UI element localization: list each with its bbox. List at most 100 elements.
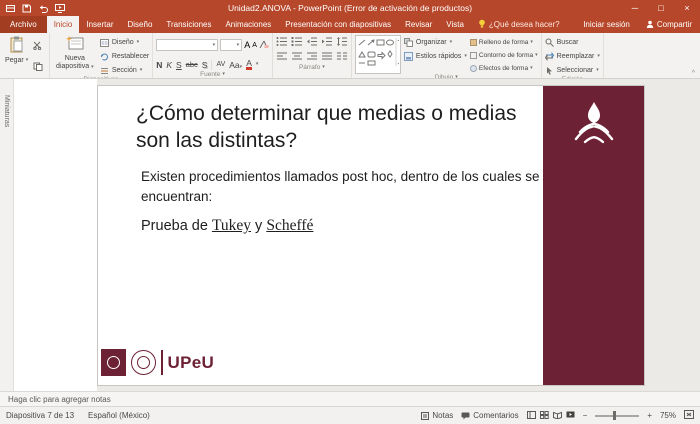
bullets-icon[interactable]	[276, 36, 288, 47]
zoom-in-button[interactable]: +	[647, 411, 652, 420]
term-tukey: Tukey	[211, 217, 252, 235]
fit-to-window-icon[interactable]	[684, 410, 694, 421]
zoom-level[interactable]: 75%	[660, 411, 676, 420]
slide-title[interactable]: ¿Cómo determinar que medias o medias son…	[136, 101, 548, 155]
font-color-button[interactable]: A	[246, 59, 252, 70]
tab-vista[interactable]: Vista	[439, 16, 471, 33]
change-case-button[interactable]: Aa▾	[229, 60, 242, 70]
text-shadow-button[interactable]: S	[202, 60, 208, 70]
upeu-seal	[131, 350, 156, 375]
normal-view-icon[interactable]	[526, 410, 536, 421]
dialog-launcher-icon[interactable]: ▾	[222, 71, 225, 77]
underline-button[interactable]: S	[176, 60, 182, 70]
character-spacing-button[interactable]: AV	[216, 61, 225, 68]
tab-archivo[interactable]: Archivo	[0, 16, 47, 33]
section-button[interactable]: Sección ▾	[100, 65, 149, 76]
notes-toggle[interactable]: Notas	[421, 411, 453, 420]
align-right-icon[interactable]	[306, 51, 318, 62]
reading-view-icon[interactable]	[552, 411, 562, 421]
arrange-button[interactable]: Organizar ▾	[403, 37, 467, 48]
quick-access-toolbar	[0, 3, 65, 13]
font-color-dropdown-icon[interactable]: ▾	[256, 62, 259, 67]
zoom-out-button[interactable]: −	[583, 411, 588, 420]
strikethrough-button[interactable]: abc	[186, 60, 198, 69]
notes-placeholder: Haga clic para agregar notas	[8, 394, 111, 404]
notes-toggle-label: Notas	[432, 411, 454, 420]
justify-icon[interactable]	[321, 51, 333, 62]
close-button[interactable]: ×	[674, 0, 700, 16]
new-slide-label: Nueva diapositiva ▾	[56, 55, 94, 71]
window-title: Unidad2.ANOVA - PowerPoint (Error de act…	[227, 3, 473, 13]
zoom-slider[interactable]	[595, 411, 640, 420]
copy-icon[interactable]	[33, 58, 43, 76]
tab-presentacion[interactable]: Presentación con diapositivas	[278, 16, 398, 33]
layout-button[interactable]: Diseño ▾	[99, 37, 149, 48]
zoom-slider-thumb[interactable]	[612, 411, 616, 420]
upeu-wordmark: UPeU	[167, 352, 215, 372]
app-icon[interactable]	[6, 4, 15, 13]
dropdown-icon: ▾	[25, 57, 29, 63]
adventist-logo-icon	[572, 86, 616, 385]
quick-styles-button[interactable]: Estilos rápidos ▾	[403, 51, 467, 62]
grow-font-button[interactable]: A	[244, 40, 250, 50]
undo-icon[interactable]	[38, 4, 48, 13]
bold-button[interactable]: N	[156, 60, 162, 70]
shape-fill-button[interactable]: Relleno de forma ▾	[469, 37, 538, 47]
notes-pane[interactable]: Haga clic para agregar notas	[0, 391, 700, 406]
minimize-button[interactable]: ─	[622, 0, 648, 16]
align-center-icon[interactable]	[291, 51, 303, 62]
clear-formatting-icon[interactable]	[259, 36, 269, 54]
replace-button[interactable]: Reemplazar ▾	[544, 51, 600, 62]
maximize-button[interactable]: □	[648, 0, 674, 16]
upeu-divider	[161, 350, 163, 375]
slide-canvas[interactable]: ¿Cómo determinar que medias o medias son…	[97, 85, 645, 386]
tab-diseno[interactable]: Diseño	[121, 16, 160, 33]
tab-inicio[interactable]: Inicio	[46, 16, 80, 33]
tab-insertar[interactable]: Insertar	[79, 16, 120, 33]
select-button[interactable]: Seleccionar ▾	[545, 65, 600, 76]
sign-in-button[interactable]: Iniciar sesión	[575, 16, 638, 33]
thumbnails-pane-body[interactable]	[14, 79, 97, 391]
tab-animaciones[interactable]: Animaciones	[218, 16, 278, 33]
comments-toggle[interactable]: Comentarios	[461, 411, 519, 420]
collapse-ribbon-button[interactable]: ^	[692, 70, 695, 77]
align-left-icon[interactable]	[276, 51, 288, 62]
ribbon-tab-bar: Archivo Inicio Insertar Diseño Transicio…	[0, 16, 700, 33]
start-slideshow-icon[interactable]	[55, 3, 65, 13]
dialog-launcher-icon[interactable]: ▾	[322, 64, 325, 70]
share-label: Compartir	[656, 20, 692, 29]
increase-indent-icon[interactable]	[321, 36, 333, 47]
tell-me-box[interactable]: ¿Qué desea hacer?	[471, 16, 567, 33]
powerpoint-window: Unidad2.ANOVA - PowerPoint (Error de act…	[0, 0, 700, 424]
slideshow-view-icon[interactable]	[566, 411, 575, 421]
paste-button[interactable]: Pegar ▾	[3, 35, 30, 65]
group-dibujo: Organizar ▾ Estilos rápidos ▾ Relleno de f…	[352, 33, 542, 78]
slide-workspace: ¿Cómo determinar que medias o medias son…	[97, 79, 700, 391]
shrink-font-button[interactable]: A	[252, 42, 257, 49]
numbering-icon[interactable]	[291, 36, 303, 47]
shape-effects-icon	[469, 64, 477, 72]
shape-effects-button[interactable]: Efectos de forma ▾	[469, 63, 538, 73]
find-button[interactable]: Buscar	[545, 37, 600, 48]
reset-button[interactable]: Restablecer	[100, 51, 149, 62]
cut-icon[interactable]	[33, 37, 43, 55]
upeu-logo: UPeU	[101, 349, 214, 376]
thumbnails-pane[interactable]: Miniaturas	[0, 79, 14, 391]
new-slide-button[interactable]: Nueva diapositiva ▾	[53, 35, 97, 72]
shape-outline-button[interactable]: Contorno de forma ▾	[469, 50, 538, 60]
language-indicator[interactable]: Español (México)	[88, 411, 150, 420]
line-spacing-icon[interactable]	[336, 36, 348, 47]
slide-sorter-icon[interactable]	[539, 410, 549, 421]
slide-body-text[interactable]: Existen procedimientos llamados post hoc…	[141, 167, 561, 238]
save-icon[interactable]	[22, 4, 31, 13]
decrease-indent-icon[interactable]	[306, 36, 318, 47]
italic-button[interactable]: K	[166, 60, 172, 70]
font-name-select[interactable]: ▾	[156, 39, 219, 51]
tab-transiciones[interactable]: Transiciones	[159, 16, 218, 33]
shapes-gallery[interactable]	[354, 35, 401, 74]
columns-icon[interactable]	[336, 51, 348, 62]
tab-revisar[interactable]: Revisar	[398, 16, 439, 33]
font-size-select[interactable]: ▾	[220, 39, 243, 51]
share-button[interactable]: Compartir	[638, 16, 700, 33]
prueba-prefix: Prueba de	[141, 218, 212, 235]
